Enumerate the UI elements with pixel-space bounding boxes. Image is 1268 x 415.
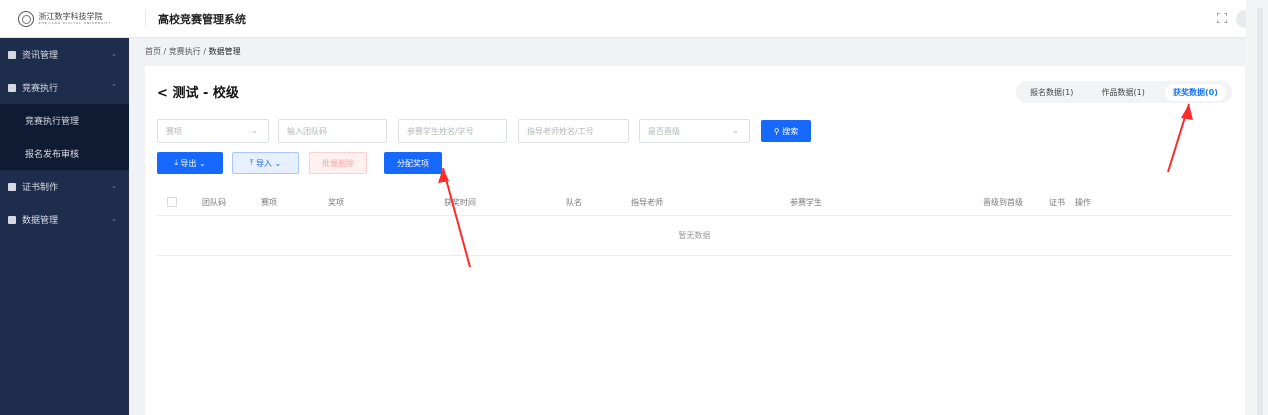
news-icon	[8, 50, 16, 59]
university-seal-icon	[18, 11, 35, 27]
team-code-input[interactable]: 输入团队码	[278, 119, 387, 143]
sidebar-item-data-management[interactable]: 数据管理 ⌄	[0, 203, 129, 236]
breadcrumb-separator: /	[163, 47, 167, 56]
tab-award-data[interactable]: 获奖数据(0)	[1165, 83, 1226, 101]
logo-title: 浙江数字科技学院	[38, 12, 103, 21]
breadcrumb: 首页 / 竞赛执行 / 数据管理	[145, 46, 241, 57]
column-award-time: 获奖时间	[444, 198, 476, 207]
assign-award-label: 分配奖项	[397, 158, 429, 168]
batch-delete-label: 批量删除	[322, 158, 354, 168]
chevron-down-icon: ⌄	[111, 50, 117, 58]
logo-subtitle: ZHEJIANG DIGITAL UNIVERSITY	[38, 21, 112, 25]
promoted-select-placeholder: 是否晋级	[648, 126, 680, 136]
column-students: 参赛学生	[790, 198, 822, 207]
top-header: 浙江数字科技学院 ZHEJIANG DIGITAL UNIVERSITY 高校竞…	[0, 0, 1268, 38]
chevron-down-icon: ⌄	[271, 158, 282, 168]
data-tabs: 报名数据(1) 作品数据(1) 获奖数据(0)	[1016, 81, 1232, 103]
assign-award-button[interactable]: 分配奖项	[384, 152, 442, 174]
column-award: 奖项	[328, 198, 344, 207]
chevron-down-icon: ⌄	[111, 182, 117, 190]
chevron-down-icon: ⌄	[732, 126, 739, 135]
sidebar-subitem-label: 报名发布审核	[25, 150, 80, 160]
search-icon: ⚲	[773, 126, 783, 136]
breadcrumb-home[interactable]: 首页	[145, 47, 161, 56]
tab-work-data[interactable]: 作品数据(1)	[1094, 84, 1153, 101]
data-icon	[8, 215, 16, 224]
chevron-down-icon: ⌄	[251, 126, 258, 135]
teacher-search-placeholder: 指导老师姓名/工号	[527, 126, 594, 136]
column-certificate: 证书	[1049, 198, 1065, 207]
promoted-select[interactable]: 是否晋级 ⌄	[639, 119, 750, 143]
fullscreen-icon[interactable]	[1217, 13, 1227, 23]
batch-delete-button[interactable]: 批量删除	[309, 152, 367, 174]
sidebar-subitem-label: 竞赛执行管理	[25, 117, 80, 127]
competition-icon	[8, 83, 16, 92]
event-select-placeholder: 赛项	[166, 126, 182, 136]
column-promoted: 晋级到首级	[983, 198, 1023, 207]
competition-submenu: 竞赛执行管理 报名发布审核	[0, 104, 129, 170]
select-all-checkbox[interactable]	[167, 197, 177, 207]
university-logo: 浙江数字科技学院 ZHEJIANG DIGITAL UNIVERSITY	[0, 0, 130, 38]
breadcrumb-current: 数据管理	[208, 47, 241, 56]
sidebar-item-label: 竞赛执行	[22, 84, 59, 94]
import-button[interactable]: ⤒ 导入 ⌄	[232, 152, 299, 174]
sidebar-item-certificate[interactable]: 证书制作 ⌄	[0, 170, 129, 203]
student-search-placeholder: 参赛学生姓名/学号	[407, 126, 474, 136]
certificate-icon	[8, 182, 16, 191]
tab-registration-data[interactable]: 报名数据(1)	[1022, 84, 1081, 101]
student-search-input[interactable]: 参赛学生姓名/学号	[398, 119, 507, 143]
table-header: 团队码 赛项 奖项 获奖时间 队名 指导老师 参赛学生 晋级到首级 证书 操作	[157, 189, 1232, 216]
sidebar-item-competition-execution[interactable]: 竞赛执行管理	[0, 104, 129, 137]
column-event: 赛项	[261, 198, 277, 207]
teacher-search-input[interactable]: 指导老师姓名/工号	[518, 119, 629, 143]
sidebar-item-label: 数据管理	[22, 216, 59, 226]
column-team-code: 团队码	[202, 198, 226, 207]
sidebar-item-registration-review[interactable]: 报名发布审核	[0, 137, 129, 170]
empty-table-message: 暂无数据	[157, 216, 1232, 256]
chevron-up-icon: ⌃	[111, 83, 117, 91]
chevron-down-icon: ⌄	[196, 158, 206, 168]
breadcrumb-separator: /	[203, 47, 207, 56]
page-title-text: 测试 - 校级	[172, 86, 239, 101]
sidebar-item-news[interactable]: 资讯管理 ⌄	[0, 38, 129, 71]
back-icon[interactable]: <	[157, 86, 168, 101]
event-select[interactable]: 赛项 ⌄	[157, 119, 269, 143]
sidebar: 资讯管理 ⌄ 竞赛执行 ⌃ 竞赛执行管理 报名发布审核 证书制作 ⌄ 数据管理 …	[0, 38, 129, 415]
sidebar-item-label: 证书制作	[22, 183, 59, 193]
sidebar-item-label: 资讯管理	[22, 51, 59, 61]
export-label: 导出	[180, 158, 197, 168]
search-button[interactable]: ⚲ 搜索	[761, 120, 811, 142]
app-title: 高校竞赛管理系统	[158, 13, 246, 26]
export-button[interactable]: ⤓ 导出 ⌄	[157, 152, 223, 174]
import-label: 导入	[255, 158, 272, 168]
header-divider	[145, 10, 146, 28]
page-title: < 测试 - 校级	[157, 82, 239, 101]
chevron-down-icon: ⌄	[111, 215, 117, 223]
team-code-placeholder: 输入团队码	[287, 126, 327, 136]
sidebar-item-competition[interactable]: 竞赛执行 ⌃	[0, 71, 129, 104]
page-scrollbar-thumb[interactable]	[1257, 8, 1263, 415]
column-advisor: 指导老师	[631, 198, 663, 207]
column-actions: 操作	[1075, 198, 1091, 207]
breadcrumb-competition[interactable]: 竞赛执行	[169, 47, 201, 56]
search-label: 搜索	[782, 126, 799, 136]
column-team-name: 队名	[566, 198, 582, 207]
